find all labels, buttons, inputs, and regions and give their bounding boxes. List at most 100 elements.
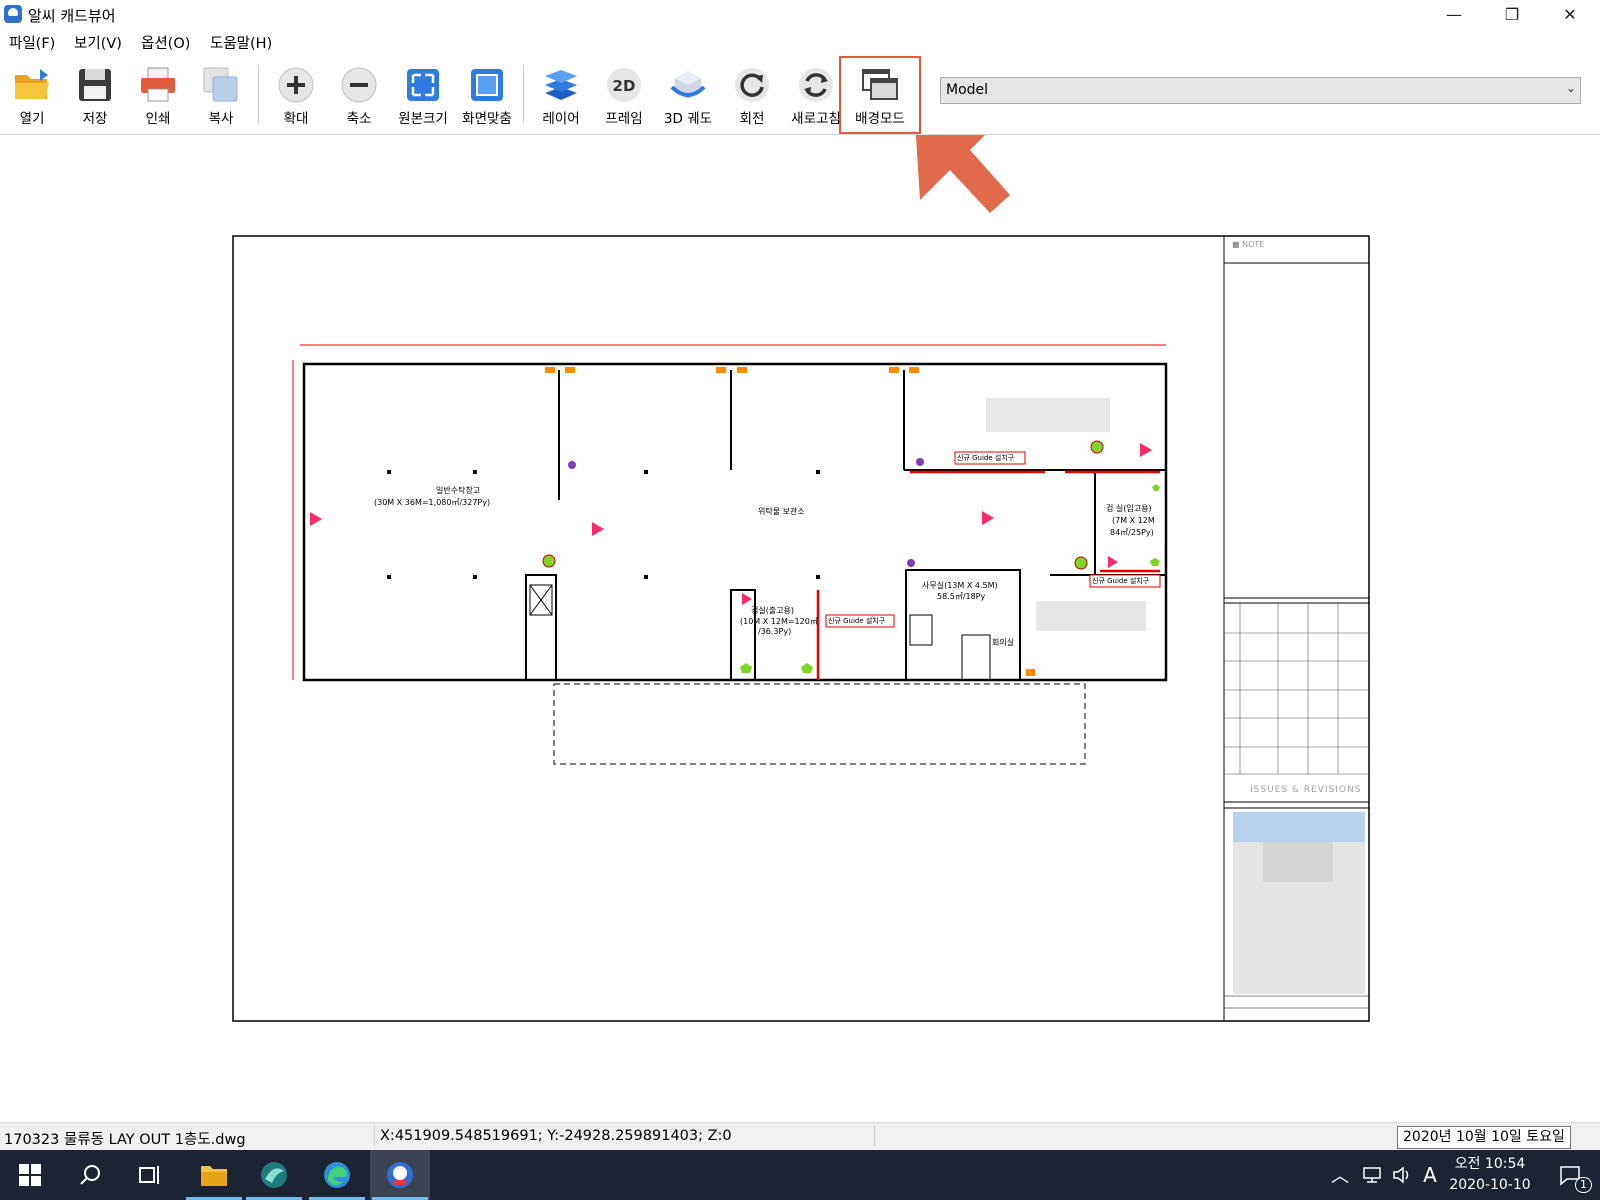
room-size: (10M X 12M=120㎡ [740,617,818,626]
folder-icon [201,1166,227,1186]
chevron-up-icon: ︿ [1331,1166,1349,1187]
actual-size-button[interactable]: 원본크기 [392,65,454,129]
highlight-box [839,56,921,134]
zoom-out-button[interactable]: 축소 [328,65,390,129]
menu-help[interactable]: 도움말(H) [210,32,272,53]
menu-file[interactable]: 파일(F) [9,32,55,53]
window-title: 알씨 캐드뷰어 [28,7,116,25]
3d-orbit-icon [670,71,706,99]
edge-browser-icon [324,1162,350,1188]
layers-button[interactable]: 레이어 [530,65,592,129]
windows-logo-icon [19,1164,41,1186]
svg-text:2D: 2D [613,77,636,95]
menu-bar: 파일(F) 보기(V) 옵션(O) 도움말(H) [0,29,1600,53]
status-divider [874,1125,875,1147]
guide-label: 신규 Guide 설치구 [828,617,886,625]
cad-viewer-icon [387,1162,413,1188]
edge-taskbar[interactable] [307,1150,367,1200]
start-button[interactable] [0,1150,60,1200]
room-label: 검 실(임고용) [1106,504,1152,513]
notifications-button[interactable]: 1 [1545,1150,1595,1200]
zoom-out-icon [341,67,377,103]
room-label: 위탁물 보관소 [758,507,805,516]
room-label: 검실(출고용) [751,606,795,615]
title-bar: 알씨 캐드뷰어 — ❐ ✕ [0,0,1600,29]
status-divider [374,1125,375,1147]
layout-select[interactable]: Model ⌄ [940,77,1581,104]
layers-icon [545,70,577,100]
2d-frame-icon: 2D [607,68,641,102]
maximize-button[interactable]: ❐ [1483,0,1541,29]
clock-date: 2020-10-10 [1449,1177,1531,1193]
taskbar: ︿ A 오전 10:54 2020-10-10 1 [0,1150,1600,1200]
status-coordinates: X:451909.548519691; Y:-24928.259891403; … [380,1128,732,1144]
actual-size-icon [407,69,439,101]
bird-app-icon [261,1162,287,1188]
fit-screen-icon [471,69,503,101]
save-icon [79,69,111,101]
drawing-canvas[interactable]: ■ NOTE ISSUES & REVISIONS 일반수탁창고 (30M X … [0,135,1600,1122]
zoom-in-icon [278,67,314,103]
app-icon [4,5,22,23]
revisions-label: ISSUES & REVISIONS [1250,785,1362,795]
guide-label: 신규 Guide 설치구 [957,454,1015,462]
speaker-icon [1393,1166,1409,1184]
network-icon [1363,1167,1381,1183]
rotate-button[interactable]: 회전 [721,65,783,129]
search-button[interactable] [60,1150,120,1200]
3d-orbit-label: 3D 궤도 [663,111,713,127]
guide-label: 신규 Guide 설치구 [1092,577,1150,585]
file-explorer-taskbar[interactable] [184,1150,244,1200]
cad-viewer-taskbar[interactable] [370,1150,430,1200]
room-area: 58.5㎡/18Py [937,592,986,601]
rotate-icon [735,68,769,102]
cad-drawing [232,135,1370,1022]
room-size: (7M X 12M [1112,516,1155,525]
close-button[interactable]: ✕ [1541,0,1599,29]
copy-icon [203,67,238,102]
layout-select-value: Model [946,82,989,98]
taskbar-clock[interactable]: 오전 10:54 2020-10-10 [1440,1154,1540,1196]
zoom-out-label: 축소 [346,111,372,127]
notification-count-badge: 1 [1575,1177,1592,1193]
network-button[interactable] [1357,1150,1387,1200]
status-file-name: 170323 물류동 LAY OUT 1층도.dwg [4,1132,246,1148]
show-hidden-icons-button[interactable]: ︿ [1325,1150,1355,1200]
3d-orbit-button[interactable]: 3D 궤도 [657,65,719,129]
copy-label: 복사 [208,111,234,127]
note-label: ■ NOTE [1232,240,1265,249]
chevron-down-icon: ⌄ [1565,81,1576,95]
search-icon [80,1165,100,1185]
print-icon [141,67,175,102]
frame-button[interactable]: 2D 프레임 [593,65,655,129]
status-bar: 170323 물류동 LAY OUT 1층도.dwg X:451909.5485… [0,1122,1600,1150]
open-button[interactable]: 열기 [1,65,63,129]
room-size: (30M X 36M=1,080㎡/327Py) [374,498,491,507]
menu-options[interactable]: 옵션(O) [141,32,190,53]
clock-time: 오전 10:54 [1454,1156,1526,1172]
room-label: 일반수탁창고 [436,486,481,495]
room-label: 회의실 [992,638,1015,647]
task-view-icon [139,1166,159,1184]
pointer-arrow-icon [915,135,1010,213]
minimize-button[interactable]: — [1425,0,1483,29]
room-area: /36.3Py) [758,627,792,636]
app-taskbar[interactable] [244,1150,304,1200]
date-tooltip: 2020년 10월 10일 토요일 [1397,1126,1571,1149]
copy-button[interactable]: 복사 [190,65,252,129]
actual-size-label: 원본크기 [398,111,448,127]
zoom-in-button[interactable]: 확대 [265,65,327,129]
volume-button[interactable] [1387,1150,1417,1200]
task-view-button[interactable] [120,1150,180,1200]
rotate-label: 회전 [739,111,765,127]
menu-view[interactable]: 보기(V) [74,32,122,53]
room-area: 84㎡/25Py) [1110,528,1154,537]
refresh-icon [799,68,833,102]
fit-screen-label: 화면맞춤 [462,111,512,127]
print-button[interactable]: 인쇄 [127,65,189,129]
fit-screen-button[interactable]: 화면맞춤 [456,65,518,129]
folder-open-icon [15,69,49,99]
refresh-button[interactable]: 새로고침 [785,65,847,129]
room-label: 사무실(13M X 4.5M) [922,581,998,590]
save-button[interactable]: 저장 [64,65,126,129]
